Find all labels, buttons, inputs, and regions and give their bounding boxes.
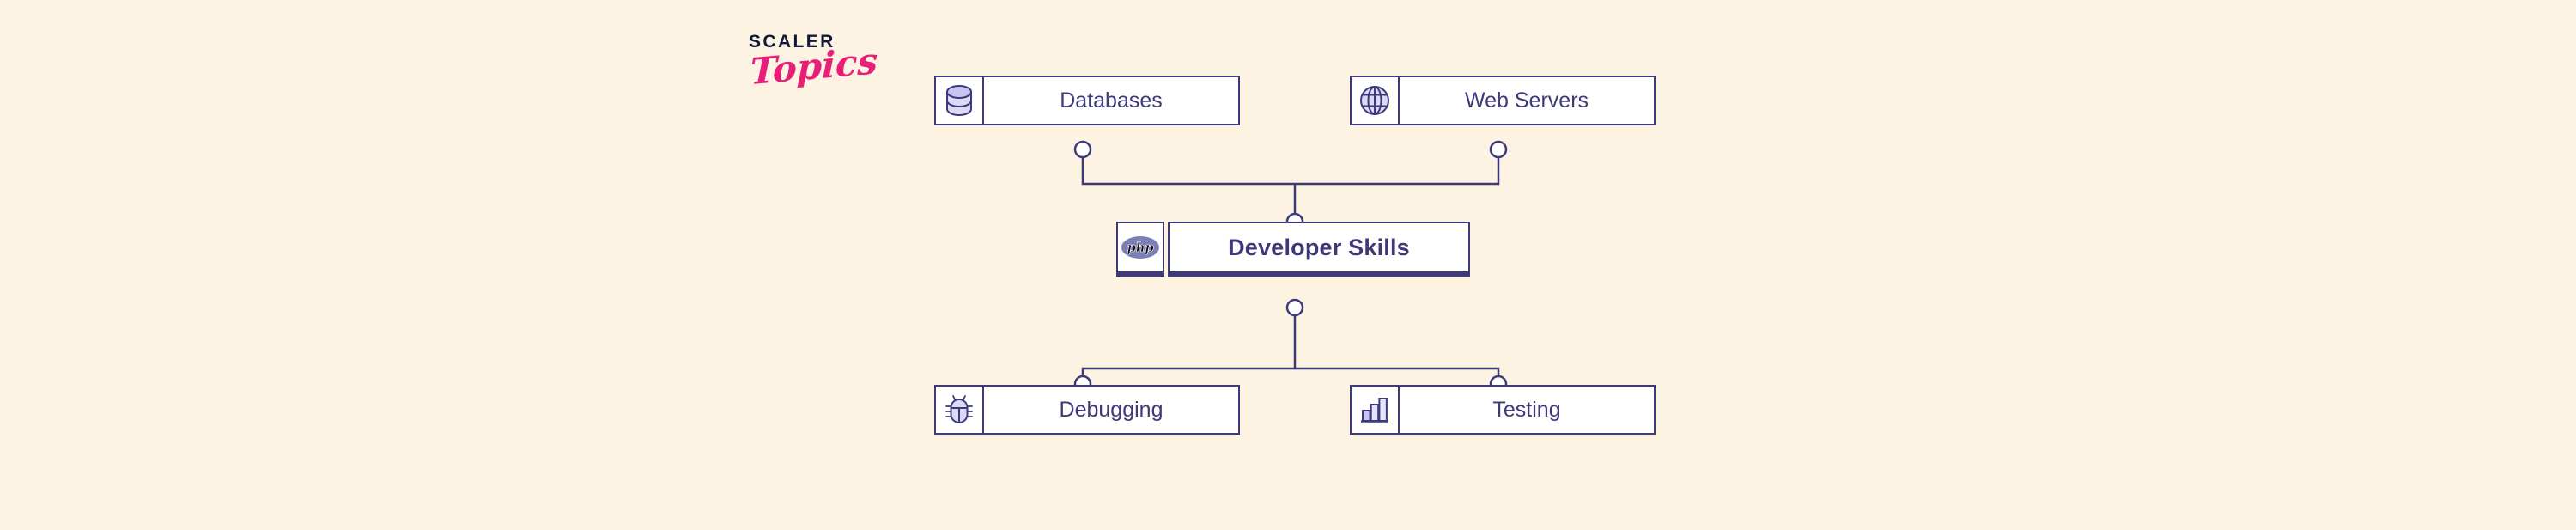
- php-logo-icon: php: [1121, 236, 1159, 259]
- node-web-servers[interactable]: Web Servers: [1350, 76, 1656, 125]
- logo-topics-text: Topics: [750, 39, 878, 94]
- database-icon-cell: [934, 76, 984, 125]
- node-databases-label: Databases: [984, 76, 1240, 125]
- port-circle: [1489, 140, 1508, 159]
- port-circle: [1073, 140, 1092, 159]
- node-testing[interactable]: Testing: [1350, 385, 1656, 435]
- node-developer-skills[interactable]: php Developer Skills: [1116, 222, 1470, 277]
- bug-icon-cell: [934, 385, 984, 435]
- port-circle: [1285, 298, 1304, 317]
- bar-chart-icon-cell: [1350, 385, 1400, 435]
- diagram-canvas: SCALER Topics Databases Web Servers php …: [0, 0, 2576, 530]
- scaler-topics-logo: SCALER Topics: [749, 33, 886, 110]
- node-testing-label: Testing: [1400, 385, 1656, 435]
- globe-icon-cell: [1350, 76, 1400, 125]
- globe-icon: [1360, 86, 1389, 115]
- node-web-servers-label: Web Servers: [1400, 76, 1656, 125]
- bug-icon: [945, 395, 973, 423]
- node-developer-skills-label: Developer Skills: [1168, 222, 1470, 277]
- node-debugging[interactable]: Debugging: [934, 385, 1240, 435]
- bar-chart-icon: [1361, 398, 1388, 423]
- database-icon: [946, 85, 972, 116]
- php-logo-icon-cell: php: [1116, 222, 1164, 277]
- node-databases[interactable]: Databases: [934, 76, 1240, 125]
- php-logo-text: php: [1127, 239, 1154, 255]
- node-debugging-label: Debugging: [984, 385, 1240, 435]
